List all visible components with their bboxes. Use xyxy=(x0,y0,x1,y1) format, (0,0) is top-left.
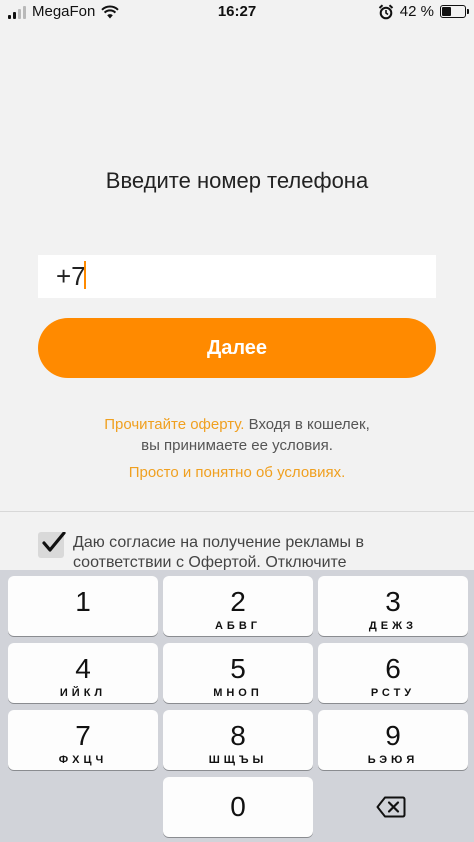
key-digit: 3 xyxy=(385,586,401,617)
carrier-name: MegaFon xyxy=(32,3,96,20)
key-0[interactable]: 0 xyxy=(163,777,313,837)
key-letters: ЬЭЮЯ xyxy=(367,754,419,766)
key-letters: ФХЦЧ xyxy=(58,754,108,766)
key-digit: 8 xyxy=(230,720,246,751)
wifi-icon xyxy=(101,5,120,18)
consent-checkbox[interactable] xyxy=(38,532,66,558)
checkmark-icon xyxy=(42,532,66,552)
offer-text-1: Входя в кошелек, xyxy=(244,416,370,433)
next-button[interactable]: Далее xyxy=(38,318,436,378)
key-digit: 5 xyxy=(230,653,246,684)
signal-icon xyxy=(8,5,26,19)
numeric-keyboard: 1 2 АБВГ 3 ДЕЖЗ 4 ИЙКЛ 5 МНОП 6 РСТУ 7 Ф… xyxy=(0,570,474,842)
backspace-button[interactable] xyxy=(316,777,466,837)
key-letters: ДЕЖЗ xyxy=(368,620,418,632)
key-6[interactable]: 6 РСТУ xyxy=(318,643,468,703)
consent-text: Даю согласие на получение рекламы в соот… xyxy=(73,534,364,570)
key-letters: ИЙКЛ xyxy=(59,687,107,699)
key-3[interactable]: 3 ДЕЖЗ xyxy=(318,576,468,636)
key-letters: ШЩЪЫ xyxy=(208,754,268,766)
key-digit: 6 xyxy=(385,653,401,684)
offer-text-2: вы принимаете ее условия. xyxy=(141,437,333,454)
status-right: 42 % xyxy=(378,3,469,20)
offer-text: Прочитайте оферту. Входя в кошелек, вы п… xyxy=(0,414,474,456)
key-digit: 0 xyxy=(230,791,246,822)
key-digit: 1 xyxy=(75,586,91,617)
key-7[interactable]: 7 ФХЦЧ xyxy=(8,710,158,770)
battery-percent: 42 % xyxy=(399,3,434,20)
key-letters: МНОП xyxy=(213,687,263,699)
key-digit: 7 xyxy=(75,720,91,751)
offer-line-1: Прочитайте оферту. Входя в кошелек, xyxy=(0,414,474,435)
page-title: Введите номер телефона xyxy=(105,168,369,193)
key-digit: 9 xyxy=(385,720,401,751)
status-left: MegaFon xyxy=(8,3,120,20)
battery-level xyxy=(442,7,452,16)
alarm-icon xyxy=(378,3,393,19)
offer-link[interactable]: Прочитайте оферту. xyxy=(104,416,244,433)
key-5[interactable]: 5 МНОП xyxy=(163,643,313,703)
key-digit: 2 xyxy=(230,586,246,617)
key-8[interactable]: 8 ШЩЪЫ xyxy=(163,710,313,770)
key-digit: 4 xyxy=(75,653,91,684)
key-letters: АБВГ xyxy=(214,620,262,632)
terms-link[interactable]: Просто и понятно об условиях. xyxy=(0,464,474,481)
battery-icon xyxy=(440,5,469,18)
key-9[interactable]: 9 ЬЭЮЯ xyxy=(318,710,468,770)
consent-row: Даю согласие на получение рекламы в соот… xyxy=(38,532,458,570)
key-2[interactable]: 2 АБВГ xyxy=(163,576,313,636)
text-cursor xyxy=(84,261,86,289)
key-letters: РСТУ xyxy=(370,687,416,699)
phone-input[interactable] xyxy=(38,255,436,298)
key-1[interactable]: 1 xyxy=(8,576,158,636)
backspace-icon xyxy=(376,796,406,818)
key-4[interactable]: 4 ИЙКЛ xyxy=(8,643,158,703)
status-bar: MegaFon 16:27 42 % xyxy=(0,0,474,24)
divider xyxy=(0,511,474,512)
